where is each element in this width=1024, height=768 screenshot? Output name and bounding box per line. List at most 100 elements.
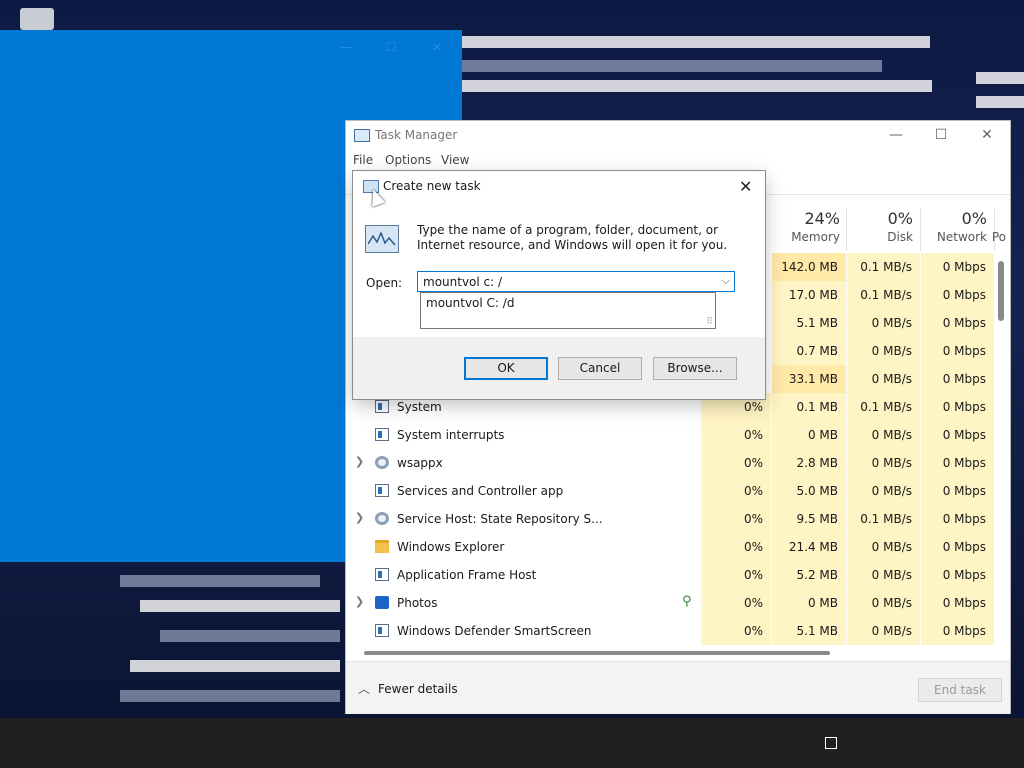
menu-view[interactable]: View [441, 153, 469, 167]
close-button[interactable]: ✕ [739, 177, 752, 196]
minimize-button[interactable]: — [886, 126, 906, 144]
create-new-task-dialog: Create new task ✕ Type the name of a pro… [353, 171, 765, 399]
process-name: Service Host: State Repository S... [397, 512, 603, 526]
maximize-button[interactable]: ☐ [931, 126, 951, 144]
app-icon [375, 428, 389, 441]
fewer-details-label: Fewer details [378, 682, 458, 696]
chevron-up-icon: ︿ [358, 682, 371, 696]
maximize-icon: ☐ [386, 40, 397, 54]
column-power[interactable]: Po [926, 209, 1006, 244]
memory-cell: 21.4 MB [772, 533, 846, 561]
vertical-scrollbar[interactable] [998, 261, 1004, 321]
network-cell: 0 Mbps [921, 449, 994, 477]
ok-button[interactable]: OK [464, 357, 548, 380]
taskbar [0, 718, 1024, 768]
app-icon [375, 624, 389, 637]
menu-file[interactable]: File [353, 153, 373, 167]
menu-options[interactable]: Options [385, 153, 431, 167]
footer-bar: ︿ Fewer details End task [346, 661, 1010, 714]
expand-chevron-icon[interactable]: ❯ [355, 511, 364, 524]
process-name: Photos [397, 596, 438, 610]
network-cell: 0 Mbps [921, 477, 994, 505]
gear-icon [375, 456, 389, 469]
network-cell: 0 Mbps [921, 253, 994, 281]
open-combobox[interactable]: mountvol c: / ⌵ [417, 271, 735, 292]
memory-cell: 17.0 MB [772, 281, 846, 309]
cpu-cell: 0% [701, 421, 771, 449]
network-cell: 0 Mbps [921, 393, 994, 421]
task-manager-icon [354, 129, 370, 142]
memory-cell: 0 MB [772, 421, 846, 449]
process-name: Services and Controller app [397, 484, 564, 498]
disk-cell: 0 MB/s [847, 309, 920, 337]
autocomplete-dropdown: mountvol C: /d ⠿ [420, 292, 716, 329]
memory-cell: 0.7 MB [772, 337, 846, 365]
autocomplete-item[interactable]: mountvol C: /d [426, 296, 514, 310]
table-row[interactable]: System interrupts 0% 0 MB 0 MB/s 0 Mbps [346, 421, 994, 449]
memory-cell: 0.1 MB [772, 393, 846, 421]
recycle-bin-icon[interactable] [20, 8, 54, 30]
close-button[interactable]: ✕ [977, 126, 997, 144]
memory-cell: 5.1 MB [772, 617, 846, 645]
cancel-button[interactable]: Cancel [558, 357, 642, 380]
close-icon: ✕ [432, 40, 443, 54]
expand-chevron-icon[interactable]: ❯ [355, 595, 364, 608]
network-cell: 0 Mbps [921, 505, 994, 533]
expand-chevron-icon[interactable]: ❯ [355, 455, 364, 468]
column-memory[interactable]: 24% Memory [768, 209, 840, 244]
taskbar-square-icon[interactable] [825, 737, 837, 749]
title-bar: Task Manager — ☐ ✕ [346, 121, 1010, 149]
memory-cell: 5.2 MB [772, 561, 846, 589]
chevron-down-icon[interactable]: ⌵ [722, 274, 730, 288]
table-row[interactable]: ❯ Photos ⚲ 0% 0 MB 0 MB/s 0 Mbps [346, 589, 994, 617]
browse-button[interactable]: Browse... [653, 357, 737, 380]
cpu-cell: 0% [701, 449, 771, 477]
table-row[interactable]: Application Frame Host 0% 5.2 MB 0 MB/s … [346, 561, 994, 589]
end-task-button[interactable]: End task [918, 678, 1002, 702]
disk-cell: 0 MB/s [847, 449, 920, 477]
process-name: Windows Defender SmartScreen [397, 624, 592, 638]
menu-bar: File Options View [346, 151, 1010, 171]
cpu-cell: 0% [701, 533, 771, 561]
app-icon [375, 484, 389, 497]
process-name: wsappx [397, 456, 443, 470]
process-name: System interrupts [397, 428, 505, 442]
open-input-value[interactable]: mountvol c: / [423, 275, 502, 289]
window-title: Task Manager [375, 128, 458, 142]
power-label: Po [991, 230, 1006, 244]
fewer-details-button[interactable]: ︿ Fewer details [358, 680, 458, 697]
table-row[interactable]: Services and Controller app 0% 5.0 MB 0 … [346, 477, 994, 505]
open-label: Open: [366, 276, 403, 290]
disk-percent: 0% [887, 209, 913, 228]
network-cell: 0 Mbps [921, 365, 994, 393]
table-row[interactable]: ❯ wsappx 0% 2.8 MB 0 MB/s 0 Mbps [346, 449, 994, 477]
disk-cell: 0 MB/s [847, 533, 920, 561]
network-cell: 0 Mbps [921, 561, 994, 589]
app-icon [375, 400, 389, 413]
network-cell: 0 Mbps [921, 421, 994, 449]
column-disk[interactable]: 0% Disk [841, 209, 913, 244]
disk-cell: 0 MB/s [847, 365, 920, 393]
table-row[interactable]: ❯ Service Host: State Repository S... 0%… [346, 505, 994, 533]
table-row[interactable]: Windows Explorer 0% 21.4 MB 0 MB/s 0 Mbp… [346, 533, 994, 561]
resize-grip-icon[interactable]: ⠿ [706, 317, 713, 327]
disk-cell: 0 MB/s [847, 421, 920, 449]
table-row[interactable]: Windows Defender SmartScreen 0% 5.1 MB 0… [346, 617, 994, 645]
disk-cell: 0.1 MB/s [847, 281, 920, 309]
memory-percent: 24% [804, 209, 840, 228]
efficiency-leaf-icon: ⚲ [682, 594, 692, 609]
app-icon [375, 568, 389, 581]
memory-cell: 5.1 MB [772, 309, 846, 337]
disk-label: Disk [887, 230, 913, 244]
disk-cell: 0 MB/s [847, 337, 920, 365]
minimize-icon: — [340, 40, 352, 54]
memory-cell: 0 MB [772, 589, 846, 617]
disk-cell: 0 MB/s [847, 589, 920, 617]
horizontal-scrollbar[interactable] [364, 651, 830, 655]
network-cell: 0 Mbps [921, 337, 994, 365]
disk-cell: 0.1 MB/s [847, 505, 920, 533]
disk-cell: 0.1 MB/s [847, 393, 920, 421]
network-cell: 0 Mbps [921, 281, 994, 309]
dialog-description: Type the name of a program, folder, docu… [417, 223, 728, 252]
memory-cell: 5.0 MB [772, 477, 846, 505]
